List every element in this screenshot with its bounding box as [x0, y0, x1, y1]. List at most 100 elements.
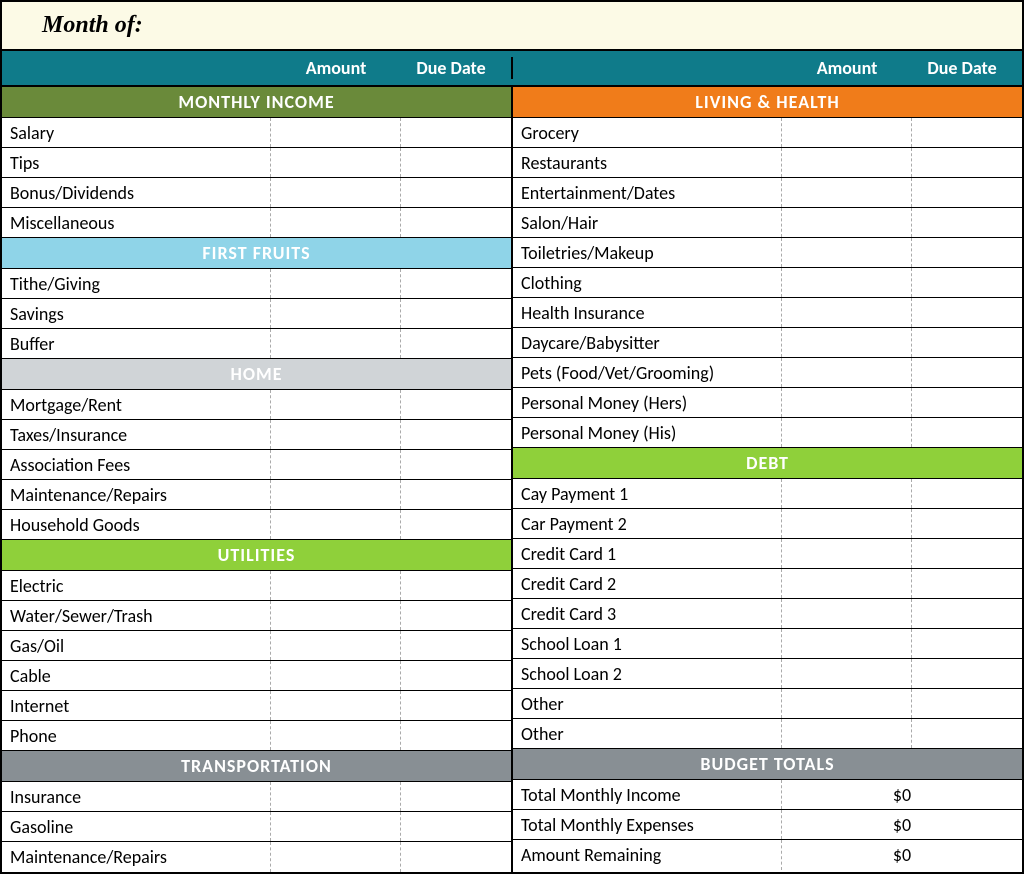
- row-label: Maintenance/Repairs: [2, 842, 271, 872]
- due-date-cell[interactable]: [401, 631, 511, 660]
- due-date-cell[interactable]: [912, 629, 1022, 658]
- amount-cell[interactable]: [271, 571, 401, 600]
- amount-cell[interactable]: [782, 509, 912, 538]
- amount-cell[interactable]: [271, 842, 401, 872]
- due-date-cell[interactable]: [401, 661, 511, 690]
- due-date-cell[interactable]: [912, 689, 1022, 718]
- amount-cell[interactable]: [271, 269, 401, 298]
- amount-cell[interactable]: [782, 599, 912, 628]
- amount-cell[interactable]: [782, 388, 912, 417]
- due-date-cell[interactable]: [912, 178, 1022, 207]
- column-headers: Amount Due Date Amount Due Date: [2, 51, 1022, 87]
- due-date-cell[interactable]: [401, 601, 511, 630]
- due-date-cell[interactable]: [912, 208, 1022, 237]
- amount-cell[interactable]: [782, 208, 912, 237]
- budget-row: Maintenance/Repairs: [2, 842, 511, 872]
- due-date-cell[interactable]: [912, 298, 1022, 327]
- due-date-cell[interactable]: [912, 418, 1022, 447]
- due-date-cell[interactable]: [401, 329, 511, 358]
- amount-cell[interactable]: [782, 479, 912, 508]
- due-header-right: Due Date: [912, 57, 1022, 79]
- budget-row: Grocery: [513, 118, 1022, 148]
- due-date-cell[interactable]: [401, 480, 511, 509]
- budget-row: Gasoline: [2, 812, 511, 842]
- due-date-cell[interactable]: [912, 118, 1022, 147]
- amount-cell[interactable]: [271, 812, 401, 841]
- row-label: Credit Card 3: [513, 599, 782, 628]
- due-date-cell[interactable]: [401, 118, 511, 147]
- amount-cell[interactable]: [271, 480, 401, 509]
- amount-cell[interactable]: [271, 390, 401, 419]
- due-date-cell[interactable]: [401, 390, 511, 419]
- amount-cell[interactable]: [271, 601, 401, 630]
- due-date-cell[interactable]: [401, 208, 511, 237]
- due-date-cell[interactable]: [401, 299, 511, 328]
- row-label: Tips: [2, 148, 271, 177]
- amount-cell[interactable]: [271, 631, 401, 660]
- amount-cell[interactable]: [782, 569, 912, 598]
- due-date-cell[interactable]: [401, 691, 511, 720]
- amount-cell[interactable]: [271, 661, 401, 690]
- due-date-cell[interactable]: [401, 178, 511, 207]
- amount-cell[interactable]: [271, 721, 401, 750]
- amount-cell[interactable]: [271, 178, 401, 207]
- due-date-cell[interactable]: [912, 719, 1022, 748]
- amount-cell[interactable]: [782, 328, 912, 357]
- due-date-cell[interactable]: [401, 782, 511, 811]
- amount-cell[interactable]: [782, 178, 912, 207]
- amount-cell[interactable]: [782, 238, 912, 267]
- due-date-cell[interactable]: [401, 721, 511, 750]
- due-date-cell[interactable]: [912, 148, 1022, 177]
- due-date-cell[interactable]: [912, 479, 1022, 508]
- amount-cell[interactable]: [271, 299, 401, 328]
- amount-cell[interactable]: [782, 148, 912, 177]
- due-date-cell[interactable]: [401, 269, 511, 298]
- budget-row: Daycare/Babysitter: [513, 328, 1022, 358]
- amount-cell[interactable]: [271, 118, 401, 147]
- due-date-cell[interactable]: [912, 659, 1022, 688]
- budget-row: School Loan 1: [513, 629, 1022, 659]
- row-label: Bonus/Dividends: [2, 178, 271, 207]
- due-date-cell[interactable]: [401, 571, 511, 600]
- totals-row: Total Monthly Income$0: [513, 780, 1022, 810]
- amount-cell[interactable]: [271, 329, 401, 358]
- due-date-cell[interactable]: [401, 450, 511, 479]
- due-date-cell[interactable]: [912, 569, 1022, 598]
- due-date-cell[interactable]: [401, 812, 511, 841]
- amount-cell[interactable]: [782, 418, 912, 447]
- amount-cell[interactable]: [782, 629, 912, 658]
- due-date-cell[interactable]: [912, 539, 1022, 568]
- amount-cell[interactable]: [271, 782, 401, 811]
- amount-cell[interactable]: [271, 148, 401, 177]
- amount-cell[interactable]: [271, 510, 401, 539]
- amount-cell[interactable]: [782, 539, 912, 568]
- amount-cell[interactable]: [782, 268, 912, 297]
- due-date-cell[interactable]: [912, 358, 1022, 387]
- amount-cell[interactable]: [782, 298, 912, 327]
- month-title[interactable]: Month of:: [2, 2, 1022, 51]
- row-label: Water/Sewer/Trash: [2, 601, 271, 630]
- due-date-cell[interactable]: [912, 268, 1022, 297]
- budget-row: Credit Card 1: [513, 539, 1022, 569]
- due-date-cell[interactable]: [912, 599, 1022, 628]
- budget-row: Mortgage/Rent: [2, 390, 511, 420]
- due-date-cell[interactable]: [401, 842, 511, 872]
- amount-cell[interactable]: [271, 420, 401, 449]
- due-date-cell[interactable]: [912, 238, 1022, 267]
- due-date-cell[interactable]: [401, 420, 511, 449]
- due-date-cell[interactable]: [912, 388, 1022, 417]
- amount-cell[interactable]: [271, 208, 401, 237]
- due-date-cell[interactable]: [401, 510, 511, 539]
- amount-cell[interactable]: [782, 689, 912, 718]
- due-date-cell[interactable]: [912, 509, 1022, 538]
- budget-row: Miscellaneous: [2, 208, 511, 238]
- section-header: FIRST FRUITS: [2, 238, 511, 269]
- due-date-cell[interactable]: [401, 148, 511, 177]
- amount-cell[interactable]: [782, 719, 912, 748]
- amount-cell[interactable]: [782, 358, 912, 387]
- amount-cell[interactable]: [782, 118, 912, 147]
- due-date-cell[interactable]: [912, 328, 1022, 357]
- amount-cell[interactable]: [271, 691, 401, 720]
- amount-cell[interactable]: [271, 450, 401, 479]
- amount-cell[interactable]: [782, 659, 912, 688]
